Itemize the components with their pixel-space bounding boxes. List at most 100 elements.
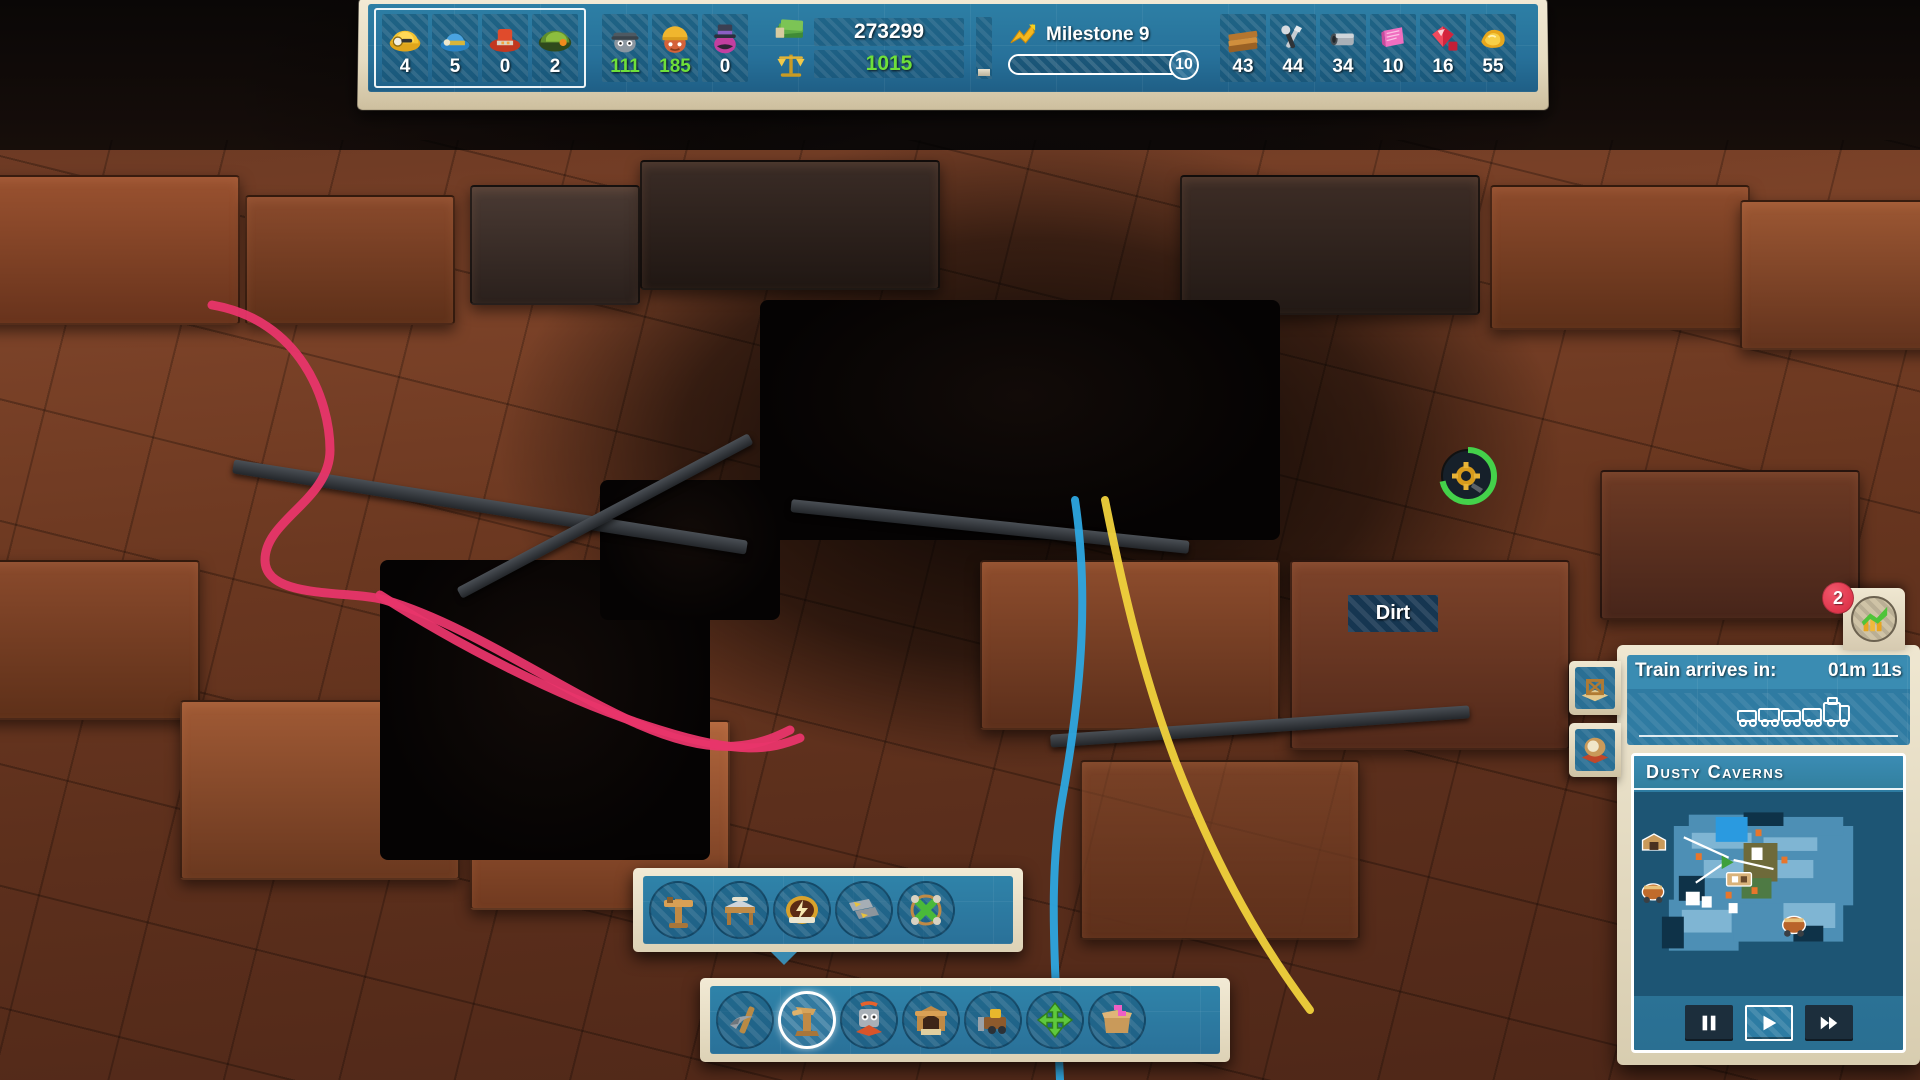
minimap-marker[interactable] [1639,829,1669,860]
population-slot-0[interactable]: 111 [602,14,648,82]
mine-shaft-icon [1581,679,1609,702]
money-tail [976,17,992,79]
train-arrival-widget[interactable]: Train arrives in: 01m 11s [1627,655,1910,745]
build-toolbar-upper [633,868,1023,965]
scales-icon [777,54,805,77]
tool-pickaxe[interactable] [716,991,774,1049]
pause-icon [1702,1015,1715,1031]
tool-wooden-support[interactable] [649,881,707,939]
resources-group: 43 44 34 10 16 55 [1214,8,1522,88]
pink-crate-icon [1381,27,1404,47]
fast-forward-button[interactable] [1804,1005,1853,1041]
population-slot-2[interactable]: 0 [702,14,748,82]
open-box-icon [1102,1005,1132,1033]
wood-planks-icon [1228,30,1258,53]
population-count: 111 [610,56,640,77]
tool-rail-derrick[interactable] [778,991,836,1049]
worker-count: 0 [499,56,511,77]
rock-block [0,560,200,720]
pause-button[interactable] [1684,1005,1733,1041]
ore-deposit-icon [1581,737,1609,764]
side-tab-mine-shaft[interactable] [1569,661,1621,715]
tool-green-cross[interactable] [897,881,955,939]
rock-block [1740,200,1920,350]
resource-slot-pink[interactable]: 10 [1370,14,1416,82]
tophat-gentleman-icon [714,24,736,54]
money-group: 273299 1015 [774,8,992,88]
tool-workbench[interactable] [711,881,769,939]
side-tab-2-inner [1575,729,1615,771]
ruby-gem-icon [1432,26,1458,51]
statistics-tab-circle [1851,596,1897,642]
resource-slot-ruby[interactable]: 16 [1420,14,1466,82]
tool-robot-worker[interactable] [840,991,898,1049]
money-rows: 273299 1015 [814,18,964,78]
tool-conveyor[interactable] [835,881,893,939]
minimap-marker[interactable] [1723,865,1755,896]
side-tab-1-inner [1575,667,1615,709]
right-panel: Train arrives in: 01m 11s Dusty Caverns [1569,645,1920,1065]
orange-miner-head-icon [662,26,688,53]
money-stack-icon [775,19,804,38]
tool-mine-entrance[interactable] [902,991,960,1049]
rock-block [1080,760,1360,940]
top-hud: 4 5 0 2 111 185 0 273299 1015 Milestone … [357,0,1549,111]
worker-slot-0[interactable]: 4 [382,14,428,82]
balance-value: 1015 [865,52,913,75]
resource-count: 43 [1232,56,1254,77]
rock-block [0,175,240,325]
minimap-terrain [1634,792,1903,996]
cash-value: 273299 [853,20,925,43]
cash-row: 273299 [814,18,964,46]
build-toolbar-lower [700,978,1230,1062]
worker-count: 5 [449,56,461,77]
milestone-title: Milestone 9 [1046,23,1150,45]
tool-bulldozer[interactable] [964,991,1022,1049]
barrel-cart-icon [1781,916,1806,938]
milestone-header: Milestone 9 [1008,22,1198,48]
wooden-support-icon [664,897,693,928]
population-count: 185 [659,56,691,77]
population-count: 0 [719,56,731,77]
worker-slot-1[interactable]: 5 [432,14,478,82]
minimap-widget[interactable]: Dusty Caverns [1631,753,1906,1053]
rock-block [980,560,1280,730]
resource-count: 55 [1482,56,1504,77]
resource-count: 44 [1282,56,1304,77]
mine-entrance-icon [915,1006,947,1035]
resource-slot-tools[interactable]: 44 [1270,14,1316,82]
tool-power-generator[interactable] [773,881,831,939]
station-icon [1725,872,1752,888]
minimap-marker[interactable] [1637,878,1669,909]
resource-slot-steel[interactable]: 34 [1320,14,1366,82]
resource-slot-gold[interactable]: 55 [1470,14,1516,82]
minimap-marker[interactable] [1777,910,1811,943]
rail-derrick-icon [792,1007,819,1036]
red-foreman-hat-icon [489,29,521,52]
tool-move-arrows[interactable] [1026,991,1084,1049]
worker-slot-2[interactable]: 0 [482,14,528,82]
green-army-helmet-icon [538,30,572,52]
build-toolbar-lower-inner [710,986,1220,1054]
play-button[interactable] [1744,1005,1793,1041]
resource-count: 34 [1332,56,1354,77]
population-group: 111 185 0 [596,8,754,88]
fast-forward-icon [1820,1016,1837,1030]
gold-nugget-icon [1481,29,1505,48]
milestone-group[interactable]: Milestone 9 10 [1002,8,1204,88]
worker-slot-3[interactable]: 2 [532,14,578,82]
bulldozer-icon [978,1009,1006,1034]
tool-open-box[interactable] [1088,991,1146,1049]
building-progress-marker[interactable] [1437,445,1499,507]
minimap-body[interactable] [1634,792,1903,996]
resource-slot-wood[interactable]: 43 [1220,14,1266,82]
grey-robot-head-icon [611,32,639,53]
blue-engineer-hat-icon [440,33,470,52]
side-tab-ore-deposit[interactable] [1569,723,1621,777]
move-arrows-icon [1036,1001,1074,1039]
population-slot-1[interactable]: 185 [652,14,698,82]
toolbar-pointer [771,952,797,965]
workbench-icon [725,897,755,925]
milestone-progress-bar: 10 [1008,49,1199,80]
play-icon [1763,1015,1776,1031]
